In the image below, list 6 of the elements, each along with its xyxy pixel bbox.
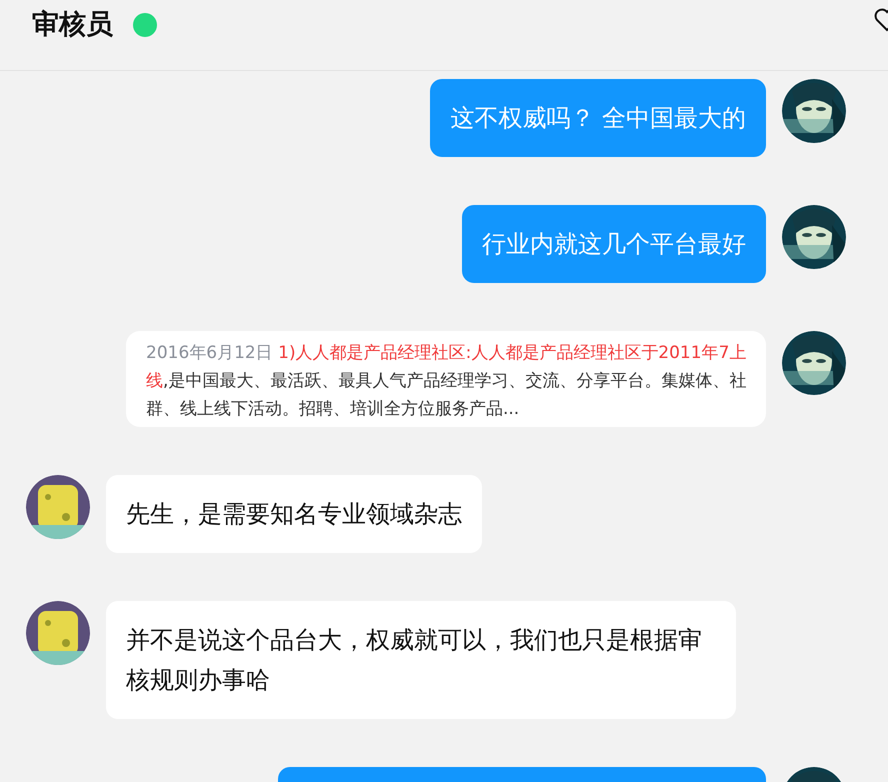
message-bubble: 行业内就这几个平台最好 — [462, 205, 766, 283]
message-bubble: 先生，是需要知名专业领域杂志 — [106, 475, 482, 553]
contact-name: 审核员 — [32, 8, 113, 42]
message-bubble: 这不权威吗？ 全中国最大的 — [430, 79, 766, 157]
message-bubble: 并不是说这个品台大，权威就可以，我们也只是根据审核规则办事哈 — [106, 601, 736, 719]
link-preview-card[interactable]: 2016年6月12日 1)人人都是产品经理社区:人人都是产品经理社区于2011年7上线,是中国最大、最活跃、最具人气产品经理学习、交流、分享平台。集媒体、社群、线上线下活动。招聘、培训全方位服务产品... — [126, 331, 766, 427]
